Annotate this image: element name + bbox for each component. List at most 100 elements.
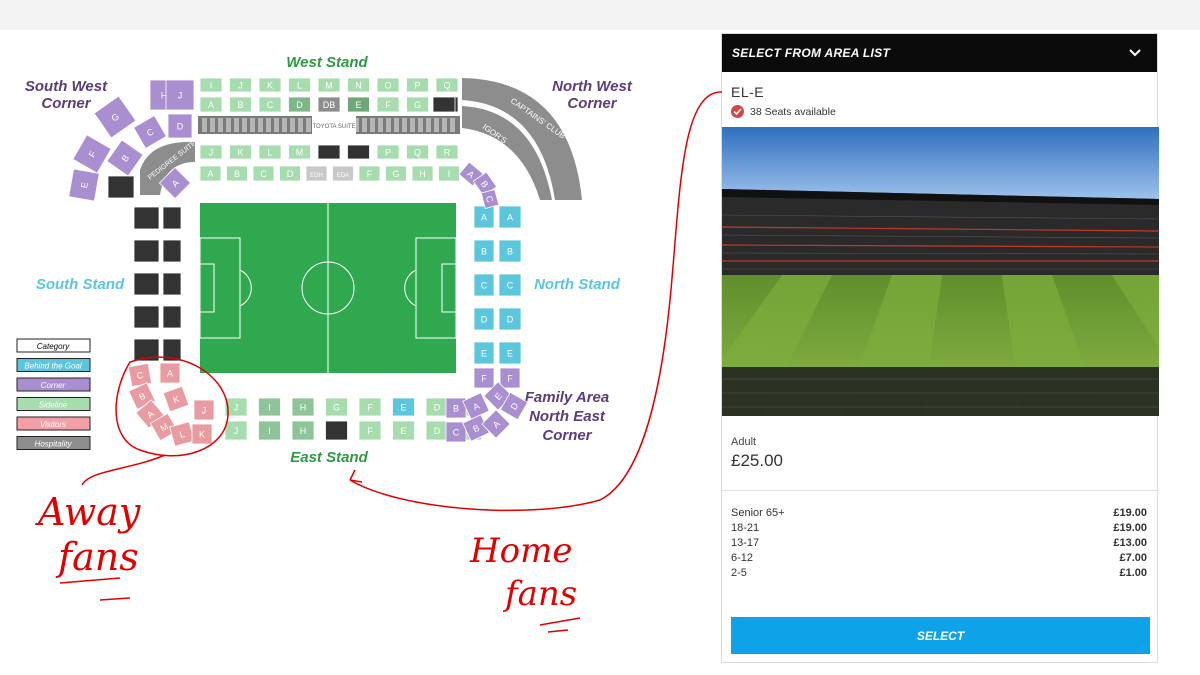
east-block[interactable]: E (392, 397, 415, 417)
adult-price: £25.00 (731, 451, 783, 470)
west-block[interactable]: L (288, 77, 311, 93)
west-block[interactable]: A (199, 165, 222, 182)
away-block[interactable]: J (193, 399, 215, 421)
south-block[interactable] (133, 239, 160, 263)
north-block[interactable]: B (473, 239, 495, 263)
east-block[interactable]: D (425, 397, 449, 417)
south-block[interactable] (133, 305, 160, 329)
east-block[interactable]: H (291, 420, 315, 441)
seat-block-label: P (385, 148, 391, 158)
west-block[interactable]: C (252, 165, 275, 182)
north-block[interactable]: D (498, 307, 522, 331)
seat-block-label: J (209, 148, 214, 158)
south-block[interactable] (133, 206, 160, 230)
west-block[interactable]: D (279, 165, 301, 182)
east-block[interactable]: D (425, 420, 449, 441)
ne-corner-block[interactable]: F (499, 367, 521, 389)
west-block[interactable] (432, 96, 456, 113)
west-block[interactable]: G (385, 165, 407, 182)
east-block[interactable]: E (392, 420, 415, 441)
away-block[interactable]: K (162, 385, 190, 413)
north-block[interactable]: C (498, 273, 522, 297)
west-block[interactable]: C (258, 96, 282, 113)
chevron-down-icon[interactable] (1127, 45, 1143, 61)
north-block[interactable]: E (498, 341, 522, 365)
north-block[interactable]: C (473, 273, 495, 297)
west-block[interactable]: J (199, 144, 223, 160)
west-block[interactable]: B (226, 165, 248, 182)
seat-block-label: D (296, 100, 303, 110)
north-block[interactable]: A (473, 205, 495, 229)
south-block[interactable] (162, 272, 182, 296)
west-block[interactable]: G (406, 96, 429, 113)
away-block[interactable]: C (127, 362, 153, 388)
south-block[interactable] (162, 305, 182, 329)
west-block[interactable] (317, 144, 341, 160)
away-block[interactable]: K (191, 423, 213, 445)
area-list-dropdown[interactable]: SELECT FROM AREA LIST (722, 34, 1157, 72)
north-block[interactable]: B (498, 239, 522, 263)
west-block[interactable]: M (317, 77, 341, 93)
west-block[interactable]: N (347, 77, 370, 93)
east-block[interactable] (325, 420, 348, 441)
sw-corner-block[interactable]: G (93, 95, 137, 139)
seat-block-label: F (367, 169, 373, 179)
west-block[interactable]: L (258, 144, 282, 160)
west-block[interactable]: Q (406, 144, 429, 160)
west-block[interactable]: P (376, 144, 400, 160)
west-block[interactable]: R (435, 144, 459, 160)
east-block[interactable]: I (258, 420, 281, 441)
south-block[interactable] (162, 206, 182, 230)
west-block[interactable]: K (229, 144, 252, 160)
sw-corner-block[interactable]: E (68, 168, 100, 202)
west-block[interactable]: M (288, 144, 311, 160)
south-block[interactable] (162, 338, 182, 362)
ne-corner-block[interactable]: F (473, 367, 495, 389)
west-block[interactable]: D (288, 96, 311, 113)
sw-corner-block[interactable]: J (165, 79, 195, 111)
price-label: Senior 65+ (731, 507, 785, 519)
east-block[interactable]: J (224, 420, 248, 441)
sw-corner-block[interactable]: F (72, 134, 112, 174)
north-block[interactable]: E (473, 341, 495, 365)
west-block[interactable]: F (376, 96, 400, 113)
west-block[interactable]: EDH (305, 165, 328, 182)
east-block[interactable]: F (358, 420, 382, 441)
south-block[interactable] (133, 338, 160, 362)
east-block[interactable]: J (224, 397, 248, 417)
west-block[interactable]: O (376, 77, 400, 93)
west-block[interactable]: H (411, 165, 434, 182)
west-block[interactable]: K (258, 77, 282, 93)
south-block[interactable] (162, 239, 182, 263)
east-block[interactable]: I (258, 397, 281, 417)
east-block[interactable]: H (291, 397, 315, 417)
seat-block-label: D (287, 169, 294, 179)
east-block[interactable]: G (325, 397, 348, 417)
west-block[interactable]: EDA (332, 165, 354, 182)
sw-corner-block[interactable]: D (167, 113, 193, 139)
west-block[interactable]: I (199, 77, 223, 93)
select-button[interactable]: SELECT (731, 617, 1150, 654)
west-block[interactable]: DB (317, 96, 341, 113)
west-block[interactable]: J (229, 77, 252, 93)
west-block[interactable]: A (199, 96, 223, 113)
toyota-suite[interactable]: TOYOTA SUITE (198, 116, 460, 134)
sw-corner-block[interactable]: C (133, 115, 167, 149)
west-block[interactable]: F (358, 165, 381, 182)
west-block[interactable]: Q (435, 77, 459, 93)
west-block[interactable]: P (406, 77, 429, 93)
seat-block-label: EDA (337, 173, 349, 179)
north-block[interactable]: D (473, 307, 495, 331)
sw-corner-block[interactable]: B (106, 139, 144, 177)
north-west-title-1: North West (552, 78, 633, 95)
south-block[interactable] (133, 272, 160, 296)
ne-corner-block[interactable]: C (445, 421, 467, 443)
west-block[interactable]: B (229, 96, 252, 113)
east-block[interactable]: F (358, 397, 382, 417)
west-block[interactable] (347, 144, 370, 160)
sw-corner-block[interactable] (107, 175, 135, 199)
north-block[interactable]: A (498, 205, 522, 229)
away-block[interactable]: A (159, 362, 181, 384)
west-block[interactable]: I (438, 165, 460, 182)
west-block[interactable]: E (347, 96, 370, 113)
